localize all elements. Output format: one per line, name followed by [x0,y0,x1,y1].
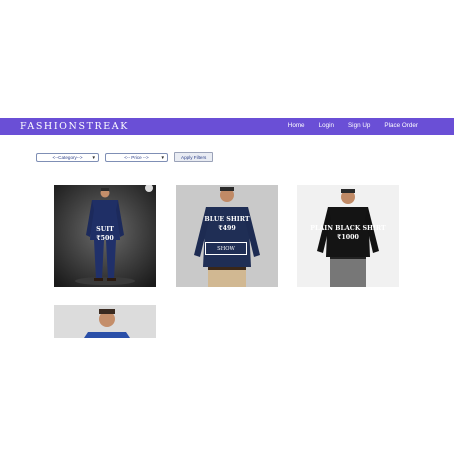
product-card[interactable] [54,305,156,338]
product-image-blue-shirt [176,185,278,287]
show-button[interactable]: SHOW [205,242,247,255]
price-select[interactable]: <-- Price --> ▼ [105,152,168,162]
chevron-down-icon: ▼ [160,154,165,160]
product-name: PLAIN BLACK SHIRT [310,225,386,232]
nav-link-home[interactable]: Home [288,122,305,129]
category-select-value: <--Category--> [52,154,83,160]
product-card-suit[interactable]: SUIT ₹500 [54,185,156,287]
product-info: SUIT ₹500 [54,225,156,243]
category-select[interactable]: <--Category--> ▼ [36,152,99,162]
product-price: ₹500 [96,235,114,242]
nav-link-signup[interactable]: Sign Up [348,122,370,129]
nav-link-place-order[interactable]: Place Order [384,122,418,129]
navbar: FASHIONSTREAK Home Login Sign Up Place O… [0,118,454,135]
chevron-down-icon: ▼ [91,154,96,160]
brand-logo[interactable]: FASHIONSTREAK [20,121,129,132]
product-price: ₹499 [218,225,236,232]
product-name: SUIT [96,226,114,233]
product-card-plain-black-shirt[interactable]: PLAIN BLACK SHIRT ₹1000 [297,185,399,287]
price-select-value: <-- Price --> [124,154,149,160]
product-info: BLUE SHIRT ₹499 [176,215,278,233]
product-price: ₹1000 [337,234,359,241]
product-name: BLUE SHIRT [204,216,250,223]
apply-filters-button[interactable]: Apply Filters [174,152,214,162]
product-card-blue-shirt[interactable]: BLUE SHIRT ₹499 SHOW [176,185,278,287]
nav-links: Home Login Sign Up Place Order [288,122,418,129]
nav-link-login[interactable]: Login [319,122,334,129]
product-info: PLAIN BLACK SHIRT ₹1000 [297,224,399,242]
filter-bar: <--Category--> ▼ <-- Price --> ▼ Apply F… [36,152,214,162]
product-image [54,305,156,338]
